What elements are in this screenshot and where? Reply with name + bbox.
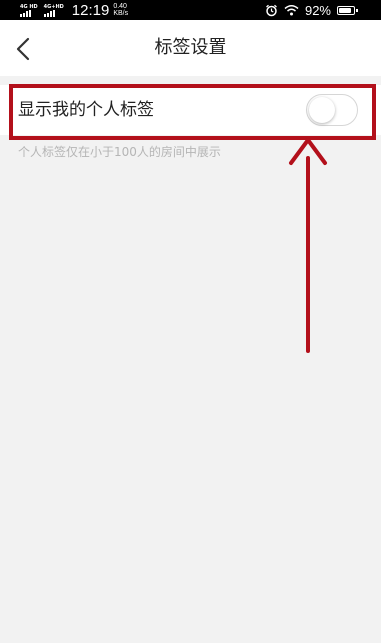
- annotation-arrow: [289, 138, 327, 353]
